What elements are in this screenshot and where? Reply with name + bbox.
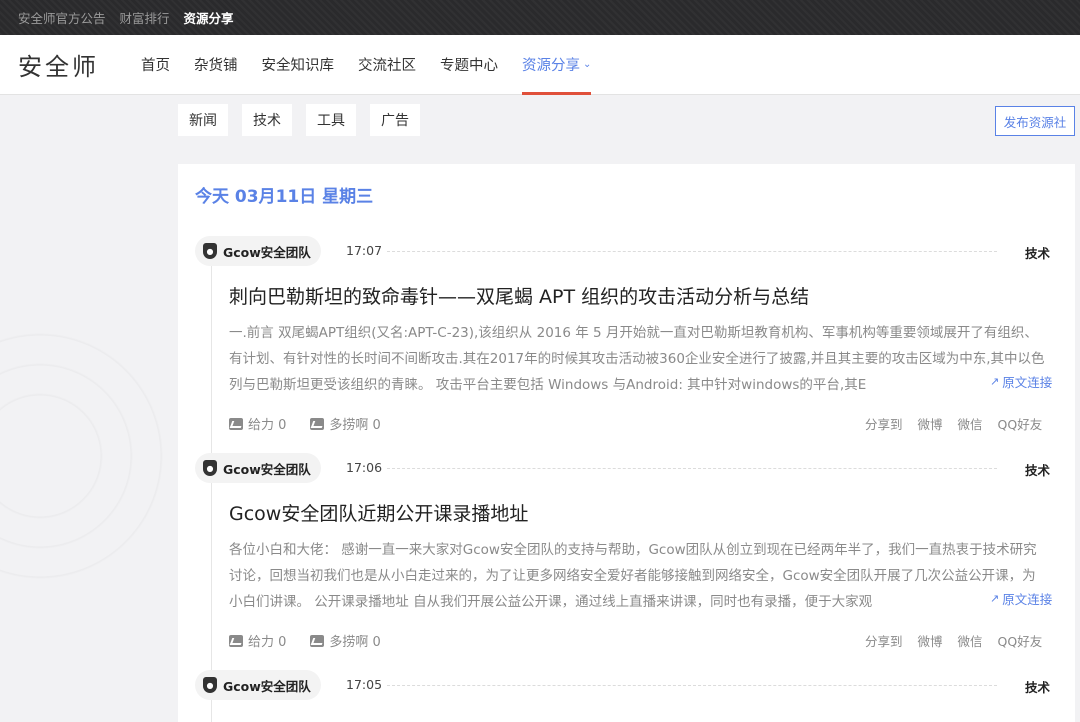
link-label: 原文连接 (1002, 592, 1053, 607)
entry-time: 17:06 (346, 460, 383, 475)
feed-entry: ● Gcow安全团队 17:07 技术 刺向巴勒斯坦的致命毒针——双尾蝎 APT… (178, 236, 1075, 446)
dislike-label: 多捞啊 0 (329, 635, 381, 650)
author-pill[interactable]: ● Gcow安全团队 (195, 236, 321, 266)
entry-time: 17:05 (346, 677, 383, 692)
date-heading: 今天 03月11日 星期三 (195, 187, 374, 207)
author-name: Gcow安全团队 (223, 461, 311, 477)
entry-header: ● Gcow安全团队 17:06 技术 (195, 453, 1055, 483)
tab-news[interactable]: 新闻 (178, 104, 228, 136)
main-nav: 首页 杂货铺 安全知识库 交流社区 专题中心 资源分享 ⌄ (129, 35, 603, 95)
top-bar: 安全师官方公告 财富排行 资源分享 (0, 0, 1080, 35)
external-link-icon: ↗ (990, 375, 1000, 388)
category-tabs: 新闻 技术 工具 广告 (178, 104, 420, 136)
dislike-button[interactable]: 多捞啊 0 (310, 414, 381, 433)
nav-item-resource-share[interactable]: 资源分享 ⌄ (510, 35, 603, 95)
topbar-link-wealth-ranking[interactable]: 财富排行 (120, 8, 170, 27)
author-pill[interactable]: ● Gcow安全团队 (195, 670, 321, 700)
chart-icon (229, 634, 243, 647)
author-name: Gcow安全团队 (223, 678, 311, 694)
dislike-button[interactable]: 多捞啊 0 (310, 631, 381, 650)
tab-tech[interactable]: 技术 (242, 104, 292, 136)
nav-item-community[interactable]: 交流社区 (346, 35, 428, 95)
chart-icon (229, 417, 243, 430)
chart-icon (310, 417, 325, 430)
entry-title[interactable]: 刺向巴勒斯坦的致命毒针——双尾蝎 APT 组织的攻击活动分析与总结 (229, 282, 809, 309)
feed-entry: ● Gcow安全团队 17:05 技术 (178, 670, 1075, 722)
shield-icon: ● (203, 243, 217, 259)
entry-category: 技术 (1024, 246, 1050, 261)
link-label: 原文连接 (1002, 375, 1053, 390)
divider (387, 251, 997, 252)
share-bar: 分享到 微博 微信 QQ好友 (865, 631, 1042, 650)
external-link-icon: ↗ (990, 592, 1000, 605)
author-pill[interactable]: ● Gcow安全团队 (195, 453, 321, 483)
nav-label: 专题中心 (440, 58, 498, 74)
share-weibo-button[interactable]: 微博 (918, 631, 943, 650)
resource-feed: 今天 03月11日 星期三 ● Gcow安全团队 17:07 技术 刺向巴勒斯坦… (178, 164, 1075, 722)
share-wechat-button[interactable]: 微信 (958, 414, 983, 433)
nav-label: 首页 (141, 58, 170, 74)
tab-tools[interactable]: 工具 (306, 104, 356, 136)
tab-ads[interactable]: 广告 (370, 104, 420, 136)
entry-title[interactable]: Gcow安全团队近期公开课录播地址 (229, 499, 528, 526)
like-label: 给力 0 (248, 418, 287, 433)
like-button[interactable]: 给力 0 (229, 631, 286, 650)
entry-summary: 各位小白和大佬： 感谢一直一来大家对Gcow安全团队的支持与帮助，Gcow团队从… (229, 537, 1049, 615)
divider (387, 685, 997, 686)
entry-actions: 给力 0 多捞啊 0 (229, 631, 381, 650)
author-name: Gcow安全团队 (223, 244, 311, 260)
site-header: 安全师 首页 杂货铺 安全知识库 交流社区 专题中心 资源分享 ⌄ (0, 35, 1080, 95)
nav-label: 杂货铺 (194, 58, 238, 74)
like-label: 给力 0 (248, 635, 287, 650)
site-logo[interactable]: 安全师 (18, 47, 99, 82)
original-link[interactable]: ↗ 原文连接 (984, 589, 1053, 608)
nav-item-topics[interactable]: 专题中心 (428, 35, 510, 95)
nav-item-knowledge-base[interactable]: 安全知识库 (250, 35, 347, 95)
topbar-link-resource-share[interactable]: 资源分享 (184, 8, 234, 27)
shield-icon: ● (203, 460, 217, 476)
entry-summary: 一.前言 双尾蝎APT组织(又名:APT-C-23),该组织从 2016 年 5… (229, 320, 1049, 398)
share-wechat-button[interactable]: 微信 (958, 631, 983, 650)
shield-icon: ● (203, 677, 217, 693)
nav-item-grocery[interactable]: 杂货铺 (182, 35, 250, 95)
entry-header: ● Gcow安全团队 17:07 技术 (195, 236, 1055, 266)
chart-icon (310, 634, 325, 647)
share-weibo-button[interactable]: 微博 (918, 414, 943, 433)
entry-category: 技术 (1024, 680, 1050, 695)
share-qq-button[interactable]: QQ好友 (998, 414, 1043, 433)
share-label: 分享到 (865, 417, 903, 432)
nav-label: 安全知识库 (261, 58, 335, 74)
publish-resource-button[interactable]: 发布资源社 (995, 106, 1075, 136)
topbar-link-announcements[interactable]: 安全师官方公告 (18, 8, 106, 27)
feed-entry: ● Gcow安全团队 17:06 技术 Gcow安全团队近期公开课录播地址 各位… (178, 453, 1075, 663)
nav-item-home[interactable]: 首页 (129, 35, 182, 95)
entry-header: ● Gcow安全团队 17:05 技术 (195, 670, 1055, 700)
nav-label: 交流社区 (358, 58, 416, 74)
entry-time: 17:07 (346, 243, 383, 258)
summary-text: 各位小白和大佬： 感谢一直一来大家对Gcow安全团队的支持与帮助，Gcow团队从… (229, 542, 1037, 610)
like-button[interactable]: 给力 0 (229, 414, 286, 433)
share-qq-button[interactable]: QQ好友 (998, 631, 1043, 650)
entry-actions: 给力 0 多捞啊 0 (229, 414, 381, 433)
share-label: 分享到 (865, 634, 903, 649)
original-link[interactable]: ↗ 原文连接 (984, 372, 1053, 391)
share-bar: 分享到 微博 微信 QQ好友 (865, 414, 1042, 433)
divider (387, 468, 997, 469)
summary-text: 一.前言 双尾蝎APT组织(又名:APT-C-23),该组织从 2016 年 5… (229, 325, 1045, 393)
nav-label: 资源分享 (522, 58, 580, 74)
dislike-label: 多捞啊 0 (329, 418, 381, 433)
entry-category: 技术 (1024, 463, 1050, 478)
chevron-down-icon: ⌄ (583, 59, 592, 70)
